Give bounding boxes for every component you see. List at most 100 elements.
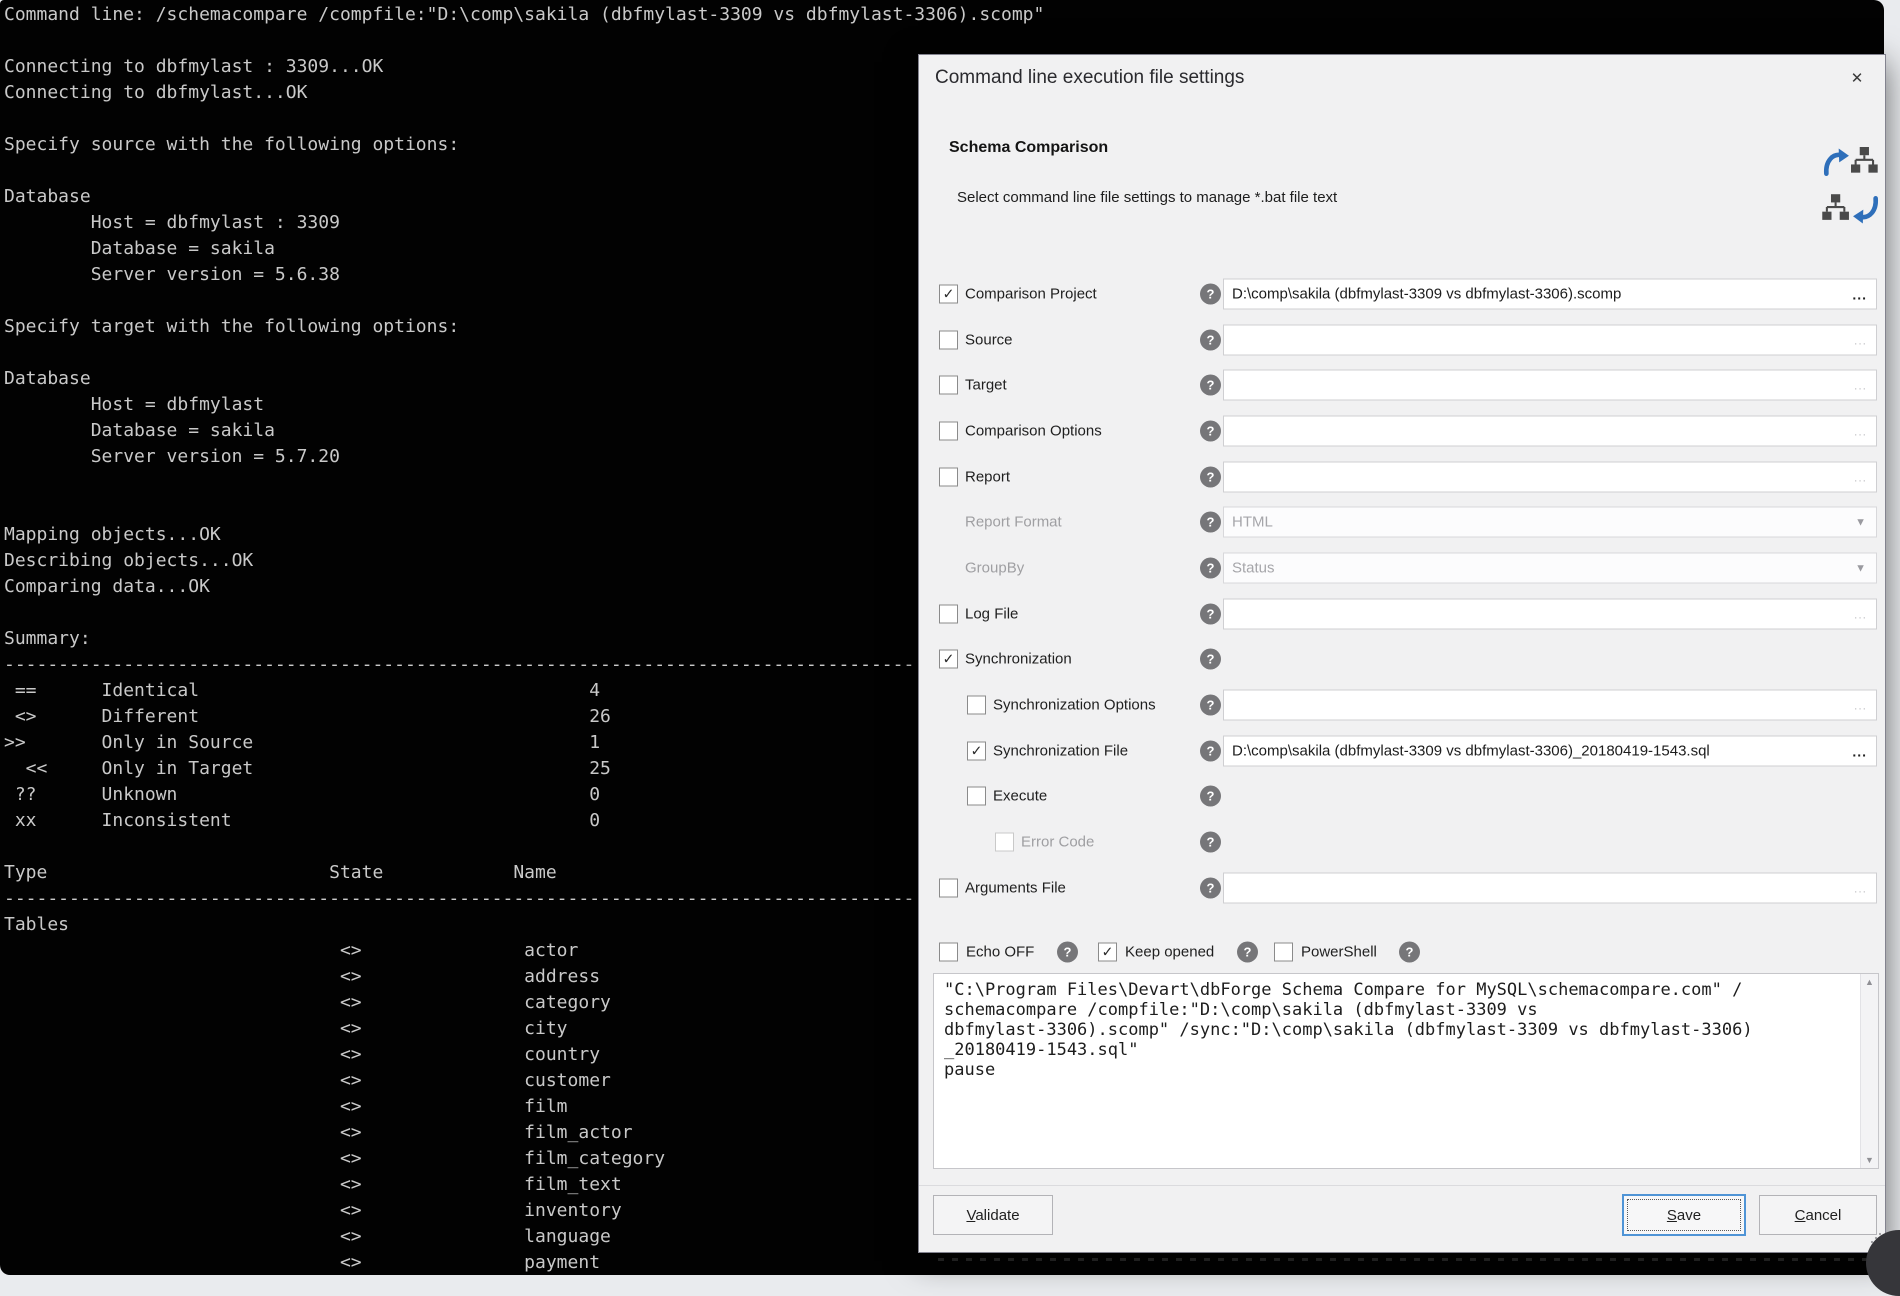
row-groupby: GroupBy ? Status ▼ — [919, 545, 1885, 591]
bat-file-text[interactable]: "C:\Program Files\Devart\dbForge Schema … — [934, 974, 1878, 1086]
source-checkbox[interactable]: ✓ — [939, 331, 958, 350]
screen: { "glyphs": { "close": "✕", "check": "✓"… — [0, 0, 1900, 1284]
help-icon[interactable]: ? — [1200, 512, 1221, 533]
help-icon[interactable]: ? — [1200, 284, 1221, 305]
chevron-down-icon: ▼ — [1855, 516, 1876, 528]
help-icon[interactable]: ? — [1200, 786, 1221, 807]
report-field[interactable]: ... — [1223, 462, 1877, 493]
log-file-checkbox[interactable]: ✓ — [939, 605, 958, 624]
schema-sync-icon — [1822, 147, 1880, 230]
chevron-down-icon: ▼ — [1855, 562, 1876, 574]
log-file-field[interactable]: ... — [1223, 599, 1877, 630]
execute-checkbox[interactable]: ✓ — [967, 787, 986, 806]
synchronization-file-label: Synchronization File — [993, 743, 1128, 760]
error-code-checkbox: ✓ — [995, 833, 1014, 852]
save-button[interactable]: Save — [1623, 1195, 1745, 1235]
row-log-file: ✓ Log File ? ... — [919, 591, 1885, 637]
bat-options-row: ✓ Echo OFF ? ✓ Keep opened ? ✓ PowerShel… — [919, 931, 1885, 973]
keep-opened-label: Keep opened — [1125, 944, 1214, 961]
synchronization-checkbox[interactable]: ✓ — [939, 650, 958, 669]
help-icon[interactable]: ? — [1200, 649, 1221, 670]
comparison-options-label: Comparison Options — [965, 423, 1102, 440]
log-file-label: Log File — [965, 606, 1018, 623]
cancel-button[interactable]: Cancel — [1759, 1195, 1877, 1235]
report-checkbox[interactable]: ✓ — [939, 468, 958, 487]
synchronization-file-checkbox[interactable]: ✓ — [967, 742, 986, 761]
row-comparison-project: ✓ Comparison Project ? D:\comp\sakila (d… — [919, 271, 1885, 317]
report-format-select: HTML ▼ — [1223, 507, 1877, 538]
bat-file-text-box[interactable]: "C:\Program Files\Devart\dbForge Schema … — [933, 973, 1879, 1169]
help-icon[interactable]: ? — [1200, 375, 1221, 396]
source-field[interactable]: ... — [1223, 325, 1877, 356]
source-label: Source — [965, 332, 1013, 349]
section-title: Schema Comparison — [949, 139, 1108, 157]
browse-icon[interactable]: ... — [1854, 378, 1876, 392]
arguments-file-field[interactable]: ... — [1223, 873, 1877, 904]
target-checkbox[interactable]: ✓ — [939, 376, 958, 395]
echo-off-checkbox[interactable]: ✓ — [939, 943, 958, 962]
browse-icon[interactable]: ... — [1854, 333, 1876, 347]
synchronization-label: Synchronization — [965, 651, 1072, 668]
comparison-project-field[interactable]: D:\comp\sakila (dbfmylast-3309 vs dbfmyl… — [1223, 279, 1877, 310]
comparison-options-checkbox[interactable]: ✓ — [939, 422, 958, 441]
video-timeline-dashes — [938, 1258, 1874, 1261]
synchronization-options-field[interactable]: ... — [1223, 690, 1877, 721]
report-label: Report — [965, 469, 1010, 486]
browse-icon[interactable]: ... — [1852, 743, 1876, 759]
row-arguments-file: ✓ Arguments File ? ... — [919, 865, 1885, 911]
browse-icon[interactable]: ... — [1854, 424, 1876, 438]
comparison-project-checkbox[interactable]: ✓ — [939, 285, 958, 304]
browse-icon[interactable]: ... — [1852, 286, 1876, 302]
browse-icon[interactable]: ... — [1854, 881, 1876, 895]
arguments-file-label: Arguments File — [965, 880, 1066, 897]
help-icon[interactable]: ? — [1200, 330, 1221, 351]
help-icon[interactable]: ? — [1200, 695, 1221, 716]
synchronization-options-checkbox[interactable]: ✓ — [967, 696, 986, 715]
groupby-select: Status ▼ — [1223, 553, 1877, 584]
help-icon[interactable]: ? — [1200, 878, 1221, 899]
target-label: Target — [965, 377, 1007, 394]
help-icon[interactable]: ? — [1200, 741, 1221, 762]
row-report: ✓ Report ? ... — [919, 454, 1885, 500]
powershell-label: PowerShell — [1301, 944, 1377, 961]
help-icon[interactable]: ? — [1200, 832, 1221, 853]
scroll-up-icon[interactable]: ▲ — [1865, 977, 1874, 987]
help-icon[interactable]: ? — [1237, 942, 1258, 963]
row-synchronization: ✓ Synchronization ? — [919, 636, 1885, 682]
comparison-project-label: Comparison Project — [965, 286, 1097, 303]
help-icon[interactable]: ? — [1200, 558, 1221, 579]
command-line-settings-dialog: Command line execution file settings ✕ S… — [918, 54, 1886, 1253]
help-icon[interactable]: ? — [1200, 421, 1221, 442]
help-icon[interactable]: ? — [1200, 467, 1221, 488]
arguments-file-checkbox[interactable]: ✓ — [939, 879, 958, 898]
row-synchronization-file: ✓ Synchronization File ? D:\comp\sakila … — [919, 728, 1885, 774]
groupby-label: GroupBy — [965, 560, 1024, 577]
comparison-options-field[interactable]: ... — [1223, 416, 1877, 447]
keep-opened-checkbox[interactable]: ✓ — [1098, 943, 1117, 962]
scrollbar[interactable]: ▲ ▼ — [1860, 974, 1878, 1168]
browse-icon[interactable]: ... — [1854, 607, 1876, 621]
synchronization-file-field[interactable]: D:\comp\sakila (dbfmylast-3309 vs dbfmyl… — [1223, 736, 1877, 767]
console-output: Command line: /schemacompare /compfile:"… — [4, 2, 1044, 1275]
row-source: ✓ Source ? ... — [919, 317, 1885, 363]
echo-off-label: Echo OFF — [966, 944, 1034, 961]
row-synchronization-options: ✓ Synchronization Options ? ... — [919, 682, 1885, 728]
error-code-label: Error Code — [1021, 834, 1094, 851]
synchronization-options-label: Synchronization Options — [993, 697, 1156, 714]
scroll-down-icon[interactable]: ▼ — [1865, 1155, 1874, 1165]
target-field[interactable]: ... — [1223, 370, 1877, 401]
help-icon[interactable]: ? — [1057, 942, 1078, 963]
dialog-title: Command line execution file settings — [935, 67, 1244, 89]
help-icon[interactable]: ? — [1399, 942, 1420, 963]
row-comparison-options: ✓ Comparison Options ? ... — [919, 408, 1885, 454]
browse-icon[interactable]: ... — [1854, 470, 1876, 484]
browse-icon[interactable]: ... — [1854, 698, 1876, 712]
row-target: ✓ Target ? ... — [919, 362, 1885, 408]
row-execute: ✓ Execute ? — [919, 773, 1885, 819]
help-icon[interactable]: ? — [1200, 604, 1221, 625]
validate-button[interactable]: Validate — [933, 1195, 1053, 1235]
row-report-format: Report Format ? HTML ▼ — [919, 499, 1885, 545]
powershell-checkbox[interactable]: ✓ — [1274, 943, 1293, 962]
section-subtitle: Select command line file settings to man… — [957, 189, 1337, 206]
close-icon[interactable]: ✕ — [1843, 65, 1871, 93]
